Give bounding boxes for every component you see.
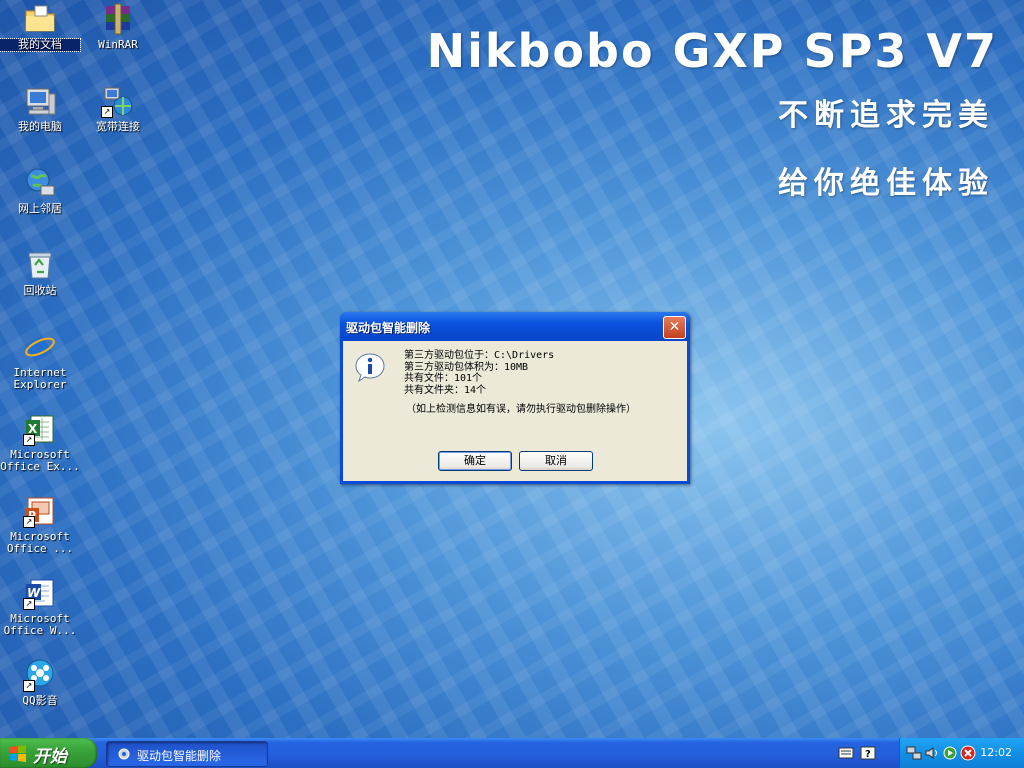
app-gear-icon	[118, 748, 130, 760]
close-button[interactable]: ✕	[663, 316, 686, 339]
desktop-icon-label: Microsoft Office ...	[6, 530, 74, 555]
information-icon	[353, 351, 387, 385]
message-line: 共有文件：101个	[404, 373, 483, 384]
shortcut-arrow-icon: ↗	[23, 680, 35, 692]
message-line: 共有文件夹：14个	[404, 384, 487, 396]
network-connection-icon: ↗	[101, 84, 135, 118]
desktop-icon-label: QQ影音	[22, 694, 58, 707]
desktop-icon-my-computer[interactable]: 我的电脑	[0, 84, 80, 133]
desktop-icon-internet-explorer[interactable]: e Internet Explorer	[0, 330, 80, 391]
shortcut-arrow-icon: ↗	[101, 106, 113, 118]
desktop-icon-label: Microsoft Office W...	[3, 612, 77, 637]
svg-text:?: ?	[865, 749, 871, 760]
excel-icon: X ↗	[23, 412, 57, 446]
message-note: （如上检测信息如有误，请勿执行驱动包删除操作）	[406, 404, 636, 415]
clock[interactable]: 12:02	[980, 746, 1012, 759]
dialog-title: 驱动包智能删除	[346, 321, 431, 335]
message-line: 第三方驱动包体积为：10MB	[404, 361, 529, 373]
desktop-icon-label: WinRAR	[98, 38, 138, 51]
system-tray: 12:02	[899, 738, 1024, 768]
security-alert-icon[interactable]	[960, 745, 976, 761]
message-line: 第三方驱动包位于：C:\Drivers	[404, 350, 555, 361]
close-icon: ✕	[668, 319, 681, 335]
dialog-body: 第三方驱动包位于：C:\Drivers 第三方驱动包体积为：10MB 共有文件：…	[343, 341, 687, 481]
desktop-icon-label: 我的文档	[0, 38, 81, 52]
volume-tray-icon[interactable]	[924, 745, 940, 761]
taskbar: 开始 驱动包智能删除 ? 12:02	[0, 738, 1024, 768]
desktop-icon-label: 网上邻居	[18, 202, 62, 215]
desktop-icon-label: 回收站	[23, 284, 57, 297]
dialog-titlebar[interactable]: 驱动包智能删除 ✕	[340, 312, 690, 341]
driver-delete-dialog: 驱动包智能删除 ✕ 第三方驱动包位于：C:\Drivers 第三方驱动包体积为：…	[340, 312, 690, 484]
help-icon[interactable]: ?	[860, 746, 876, 760]
start-label: 开始	[33, 747, 67, 767]
desktop-icon-broadband[interactable]: ↗ 宽带连接	[78, 84, 158, 133]
shortcut-arrow-icon: ↗	[23, 598, 35, 610]
qq-player-tray-icon[interactable]	[942, 745, 958, 761]
desktop-icon-word[interactable]: W ↗ Microsoft Office W...	[0, 576, 80, 637]
qq-player-icon: ↗	[23, 658, 57, 692]
shortcut-arrow-icon: ↗	[23, 434, 35, 446]
shortcut-arrow-icon: ↗	[23, 516, 35, 528]
svg-text:e: e	[29, 331, 48, 364]
folder-documents-icon	[23, 2, 57, 36]
winrar-icon	[101, 2, 135, 36]
network-tray-icon[interactable]	[906, 745, 922, 761]
desktop-icon-powerpoint[interactable]: P ↗ MicrosoftOffice ...	[0, 494, 80, 555]
desktop-icon-winrar[interactable]: WinRAR	[78, 2, 158, 51]
desktop-icon-label: 我的电脑	[18, 120, 62, 133]
desktop-icon-qq-player[interactable]: ↗ QQ影音	[0, 658, 80, 707]
desktop-icon-label: Internet Explorer	[13, 366, 67, 391]
cancel-button[interactable]: 取消	[519, 451, 593, 471]
keyboard-icon[interactable]	[838, 746, 854, 760]
ok-button[interactable]: 确定	[438, 451, 512, 471]
powerpoint-icon: P ↗	[23, 494, 57, 528]
desktop-icon-recycle-bin[interactable]: 回收站	[0, 248, 80, 297]
word-icon: W ↗	[23, 576, 57, 610]
desktop-icon-my-documents[interactable]: 我的文档	[0, 2, 81, 52]
desktop-icon-excel[interactable]: X ↗ Microsoft Office Ex...	[0, 412, 80, 473]
dialog-message: 第三方驱动包位于：C:\Drivers 第三方驱动包体积为：10MB 共有文件：…	[404, 350, 636, 416]
recycle-bin-icon	[23, 248, 57, 282]
network-globe-icon	[23, 166, 57, 200]
internet-explorer-icon: e	[23, 330, 57, 364]
windows-flag-icon	[10, 745, 26, 762]
wallpaper-title: Nikbobo GXP SP3 V7	[426, 24, 998, 78]
computer-icon	[23, 84, 57, 118]
desktop-icon-network-places[interactable]: 网上邻居	[0, 166, 80, 215]
wallpaper-slogan-2: 给你绝佳体验	[778, 166, 994, 201]
desktop-icon-label: Microsoft Office Ex...	[0, 448, 80, 473]
taskbar-item-driver-delete[interactable]: 驱动包智能删除	[106, 741, 268, 767]
start-button[interactable]: 开始	[0, 738, 97, 768]
desktop-icon-label: 宽带连接	[96, 120, 140, 133]
taskbar-item-label: 驱动包智能删除	[137, 749, 222, 763]
wallpaper-slogan-1: 不断追求完美	[778, 98, 994, 133]
